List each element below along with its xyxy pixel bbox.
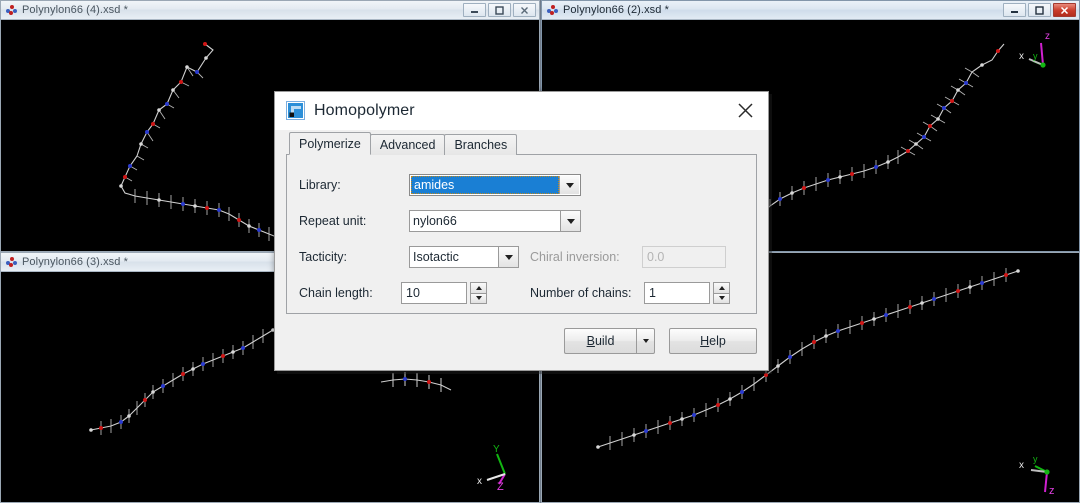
tab-branches[interactable]: Branches [444,134,518,155]
axis-x-label: x [1019,51,1024,62]
repeat-unit-combobox[interactable]: nylon66 [409,210,581,232]
repeat-unit-label: Repeat unit: [299,214,367,228]
axis-y-label: y [1033,454,1038,464]
axis-y-label: y [1033,51,1038,61]
library-value: amides [411,176,559,194]
library-combobox[interactable]: amides [409,174,581,196]
chain-length-input[interactable]: 10 [401,282,467,304]
number-of-chains-spin-buttons[interactable] [713,282,730,304]
close-button[interactable] [513,3,536,17]
chiral-inversion-label: Chiral inversion: [530,250,620,264]
chevron-down-icon [642,339,649,343]
maximize-button[interactable] [488,3,511,17]
chain-length-value: 10 [406,286,420,300]
number-of-chains-value: 1 [649,286,656,300]
number-of-chains-input[interactable]: 1 [644,282,710,304]
axis-gizmo: z y x [1013,444,1071,496]
tab-advanced[interactable]: Advanced [369,134,446,155]
mdi-titlebar[interactable]: Polynylon66 (4).xsd * [1,1,539,19]
tacticity-value: Isotactic [413,250,459,264]
mdi-titlebar[interactable]: Polynylon66 (2).xsd * [542,1,1079,19]
homopolymer-icon [286,101,305,120]
dialog-titlebar[interactable]: Homopolymer [275,92,768,130]
dialog-footer: Build Help [564,328,757,354]
axis-x-label: x [1019,460,1024,471]
tab-polymerize[interactable]: Polymerize [289,132,371,155]
field-row-repeat-unit: Repeat unit: nylon66 [299,210,581,232]
build-button[interactable]: Build [564,328,636,354]
chevron-down-icon[interactable] [560,211,580,231]
homopolymer-dialog[interactable]: Homopolymer Polymerize Advanced Branches… [274,91,769,371]
field-row-library: Library: amides [299,174,581,196]
field-row-chiral-inversion: Chiral inversion: 0.0 [530,246,726,268]
dialog-body: Polymerize Advanced Branches Library: am… [275,130,768,370]
axis-gizmo: z y x [1013,25,1071,77]
mdi-window-title: Polynylon66 (2).xsd * [563,4,670,16]
spin-up-button[interactable] [470,282,487,293]
minimize-button[interactable] [463,3,486,17]
library-label: Library: [299,178,341,192]
spin-up-button[interactable] [713,282,730,293]
number-of-chains-label: Number of chains: [530,286,632,300]
mdi-window-controls [1003,3,1076,17]
spin-down-button[interactable] [713,292,730,304]
field-row-chain-length: Chain length: 10 [299,282,487,304]
mdi-window-controls [463,3,536,17]
chevron-down-icon[interactable] [498,247,518,267]
axis-z-label: z [1049,485,1055,496]
molecule-icon [6,256,17,268]
axis-x-label: x [477,476,482,487]
chain-length-spin-buttons[interactable] [470,282,487,304]
molecule-icon [547,4,558,16]
molecule-icon [6,4,17,16]
maximize-button[interactable] [1028,3,1051,17]
close-icon[interactable] [723,92,768,129]
chiral-inversion-value: 0.0 [647,250,665,264]
spin-down-button[interactable] [470,292,487,304]
field-row-tacticity: Tacticity: Isotactic [299,246,519,268]
chevron-down-icon[interactable] [559,176,579,194]
build-dropdown-button[interactable] [636,328,655,354]
minimize-button[interactable] [1003,3,1026,17]
tacticity-combobox[interactable]: Isotactic [409,246,519,268]
axis-z-label: Z [497,481,504,492]
help-button[interactable]: Help [669,328,757,354]
axis-y-label: Y [493,444,500,455]
axis-z-label: z [1045,31,1050,42]
mdi-window-title: Polynylon66 (4).xsd * [22,4,129,16]
tab-panel-polymerize: Library: amides Repeat unit: nylon66 Tac… [286,154,757,314]
field-row-number-of-chains: Number of chains: 1 [530,282,730,304]
help-accel: H [700,334,710,348]
tab-strip: Polymerize Advanced Branches [286,132,757,155]
mdi-window-title: Polynylon66 (3).xsd * [22,256,129,268]
help-label-rest: elp [709,334,726,348]
chiral-inversion-input: 0.0 [642,246,726,268]
number-of-chains-stepper[interactable]: 1 [644,282,730,304]
build-accel: B [586,334,595,348]
build-label-rest: uild [594,334,615,348]
close-button[interactable] [1053,3,1076,17]
dialog-title: Homopolymer [314,101,415,119]
tacticity-label: Tacticity: [299,250,347,264]
chain-length-label: Chain length: [299,286,373,300]
repeat-unit-value: nylon66 [413,214,457,228]
chain-length-stepper[interactable]: 10 [401,282,487,304]
axis-gizmo: Y Z x [475,440,533,492]
